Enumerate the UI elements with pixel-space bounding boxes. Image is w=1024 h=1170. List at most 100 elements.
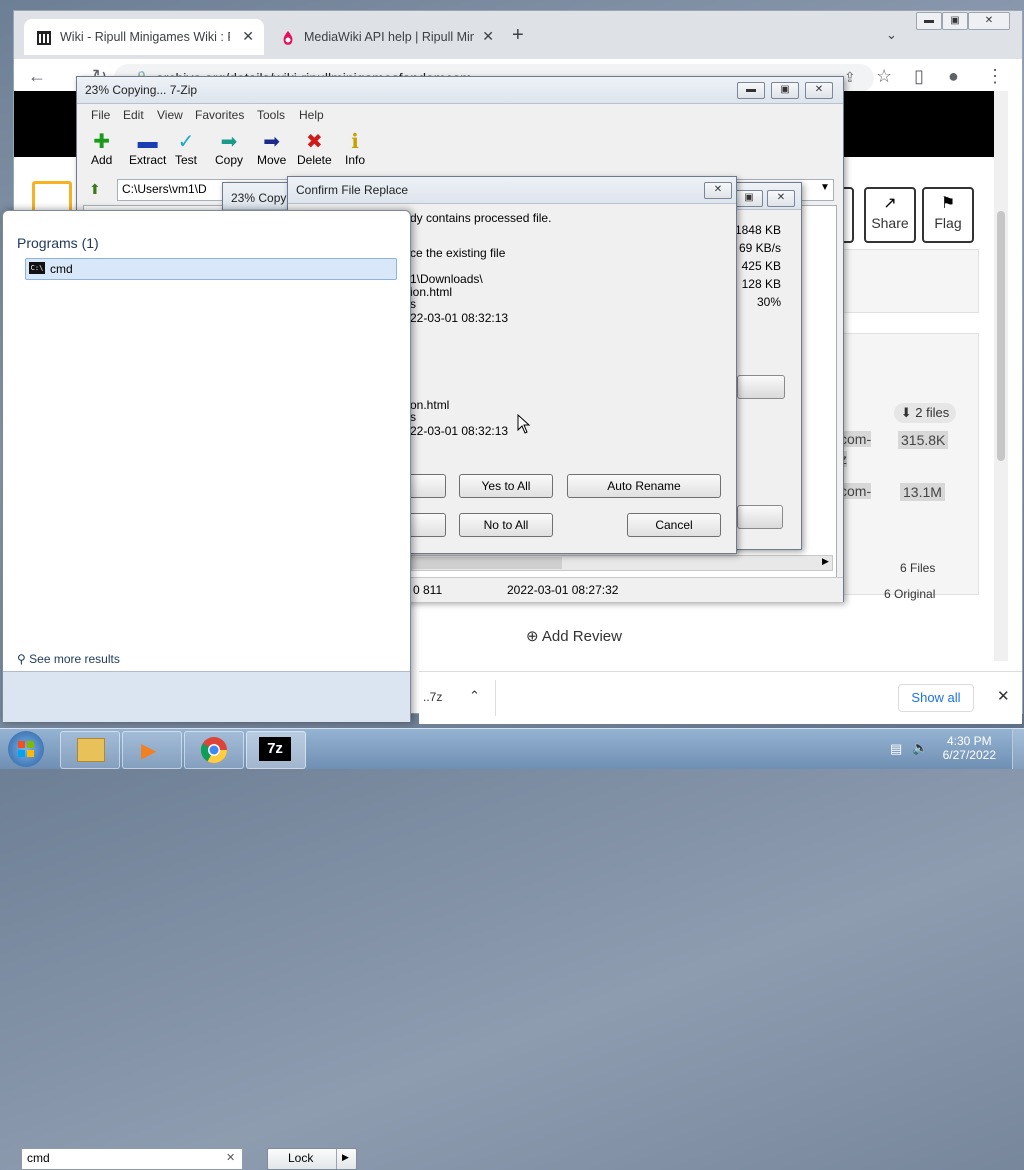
chevron-down-icon[interactable]: ⌄ [886,27,897,43]
scrollbar-thumb[interactable] [997,211,1005,461]
folder-up-icon[interactable]: ⬆ [89,181,101,198]
no-to-all-button[interactable]: No to All [459,513,553,537]
cancel-button[interactable]: Cancel [627,513,721,537]
tab-label: MediaWiki API help | Ripull Minig [304,30,474,44]
start-menu-footer: cmd ✕ Lock ▶ [3,671,410,1170]
dialog-title: Confirm File Replace [296,183,409,197]
move-icon: ➡ [263,131,281,153]
menu-kebab-icon[interactable]: ⋮ [986,66,1004,87]
delete-button[interactable]: ✖ Delete [297,131,332,167]
menu-favorites[interactable]: Favorites [195,108,244,122]
search-input[interactable]: cmd ✕ [21,1148,243,1170]
background-button[interactable] [737,375,785,399]
show-desktop-button[interactable] [1012,729,1024,769]
start-button[interactable] [8,731,44,767]
lock-button[interactable]: Lock ▶ [267,1148,357,1170]
share-button[interactable]: ↗ Share [864,187,916,243]
maximize-button[interactable]: ▣ [942,12,968,30]
arrow-right-icon[interactable]: ▶ [822,556,829,567]
minimize-button[interactable]: ▬ [916,12,942,30]
menu-help[interactable]: Help [299,108,324,122]
extract-button[interactable]: ▬ Extract [129,131,166,167]
maximize-button[interactable]: ▣ [735,190,763,207]
chevron-up-icon[interactable]: ⌃ [469,688,480,704]
close-icon[interactable]: ✕ [482,28,494,45]
test-icon: ✓ [177,131,195,153]
side-panel-icon[interactable]: ▯ [914,66,924,87]
tab-mediawiki[interactable]: MediaWiki API help | Ripull Minig ✕ [268,19,504,55]
taskbar-explorer[interactable] [60,731,120,769]
share-icon: ↗ [883,195,897,212]
title-bar: 23% Copying... 7-Zip ▬ ▣ ✕ [77,77,843,104]
network-icon[interactable]: ▤ [890,741,902,757]
close-button[interactable]: ✕ [767,190,795,207]
file-name-fragment[interactable]: com- [840,483,872,499]
status-date: 2022-03-01 08:27:32 [507,583,619,597]
file-size: 13.1M [900,483,945,501]
close-button[interactable]: ✕ [704,182,732,199]
add-review-link[interactable]: ⊕ Add Review [526,627,622,645]
share-icon[interactable]: ⇪ [844,69,856,86]
system-clock[interactable]: 4:30 PM 6/27/2022 [943,734,996,762]
files-count-badge[interactable]: ⬇ 2 files [894,403,956,423]
add-button[interactable]: ✚ Add [91,131,112,167]
info-panel [839,249,979,313]
explorer-icon [77,738,105,762]
info-button[interactable]: ℹ Info [345,131,365,167]
existing-date: 22-03-01 08:32:13 [410,311,509,325]
profile-avatar[interactable]: ● [948,66,959,87]
back-icon[interactable]: ← [28,66,46,87]
divider [336,1149,337,1169]
chevron-down-icon[interactable]: ▼ [820,182,830,193]
move-button[interactable]: ➡ Move [257,131,286,167]
maximize-button[interactable]: ▣ [771,82,799,99]
close-icon[interactable]: ✕ [997,687,1010,705]
search-result-cmd[interactable]: C:\ cmd [25,258,397,280]
close-button[interactable]: ✕ [805,82,833,99]
yes-to-all-button[interactable]: Yes to All [459,474,553,498]
chrome-icon [200,737,228,764]
test-button[interactable]: ✓ Test [175,131,197,167]
menu-file[interactable]: File [91,108,110,122]
clock-time: 4:30 PM [946,734,992,748]
programs-header: Programs (1) [17,235,99,251]
scrollbar-thumb[interactable] [412,557,562,569]
horizontal-scrollbar[interactable]: ▶ [411,555,833,571]
minimize-button[interactable]: ▬ [737,82,765,99]
plus-circle-icon: ⊕ [526,628,539,645]
flag-button[interactable]: ⚑ Flag [922,187,974,243]
taskbar-media-player[interactable]: ▶ [122,731,182,769]
taskbar-chrome[interactable] [184,731,244,769]
arrow-right-icon[interactable]: ▶ [342,1152,349,1163]
file-size: 315.8K [898,431,949,449]
copy-button[interactable]: ➡ Copy [215,131,243,167]
close-window-button[interactable]: ✕ [968,12,1010,30]
new-tab-button[interactable]: + [512,24,524,47]
clear-search-icon[interactable]: ✕ [226,1151,235,1164]
tab-wiki[interactable]: Wiki - Ripull Minigames Wiki : Fr ✕ [24,19,264,55]
cancel-progress-button[interactable] [737,505,783,529]
volume-icon[interactable]: 🔈 [912,740,928,756]
menu-edit[interactable]: Edit [123,108,144,122]
file-name-fragment[interactable]: com- [840,431,872,447]
archive-icon [36,30,52,46]
taskbar: ▶ 7z ▤ 🔈 4:30 PM 6/27/2022 [0,728,1024,769]
taskbar-7zip[interactable]: 7z [246,731,306,769]
bookmark-star-icon[interactable]: ☆ [876,66,892,87]
show-all-button[interactable]: Show all [898,684,974,712]
page-scrollbar[interactable] [994,91,1008,661]
see-more-results-link[interactable]: ⚲ See more results [17,652,120,666]
menu-tools[interactable]: Tools [257,108,285,122]
close-icon[interactable]: ✕ [242,28,254,45]
fandom-icon [280,30,296,46]
menu-view[interactable]: View [157,108,183,122]
delete-icon: ✖ [305,131,323,153]
copy-icon: ➡ [220,131,238,153]
window-title: 23% Copying... 7-Zip [85,83,198,97]
download-options-panel [839,333,979,595]
download-item[interactable]: ..7z [423,690,442,704]
menu-bar: File Edit View Favorites Tools Help [77,104,843,124]
auto-rename-button[interactable]: Auto Rename [567,474,721,498]
mouse-cursor-icon [517,413,531,437]
files-count: 6 Files [900,561,936,575]
